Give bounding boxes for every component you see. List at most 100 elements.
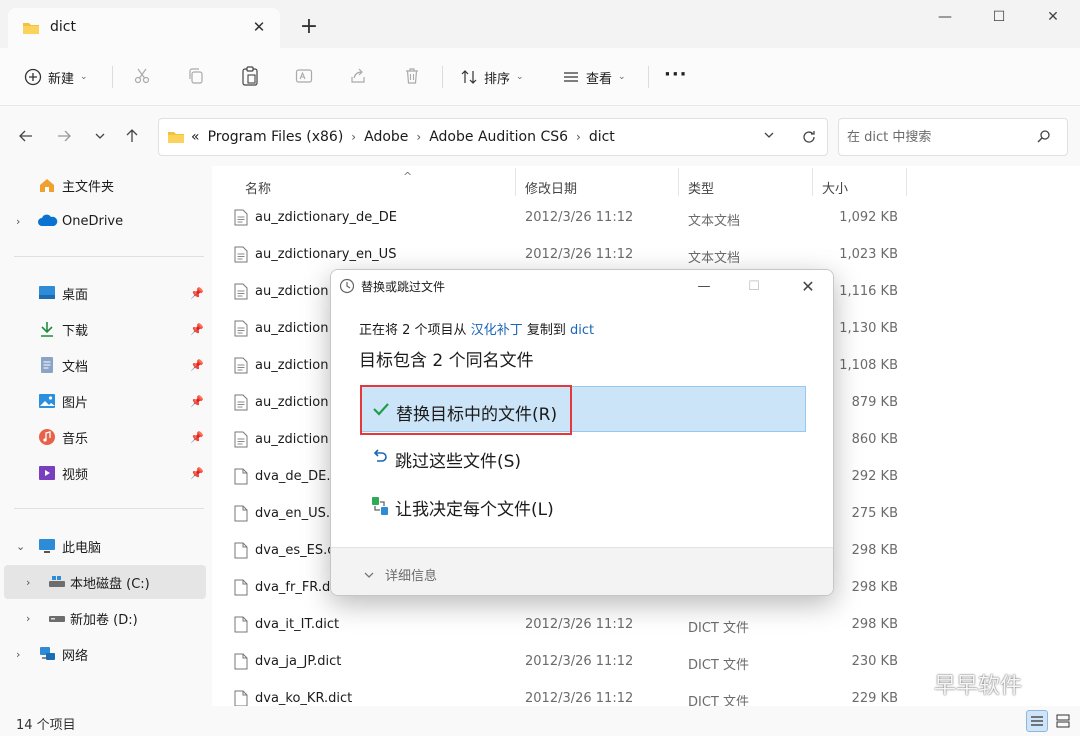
chevron-right-icon[interactable]: › — [26, 576, 30, 589]
pin-icon[interactable]: 📌 — [190, 323, 204, 336]
more-options-icon[interactable]: ··· — [664, 64, 688, 85]
dialog-close-button[interactable]: ✕ — [785, 270, 831, 302]
file-size: 298 KB — [851, 617, 898, 632]
divider — [648, 66, 649, 88]
sidebar-item-videos[interactable]: 视频 📌 — [0, 456, 212, 490]
new-button[interactable]: 新建 ⌄ — [24, 62, 88, 92]
sidebar-item-local-disk-c[interactable]: › 本地磁盘 (C:) — [4, 565, 206, 599]
sidebar-item-downloads[interactable]: 下载 📌 — [0, 312, 212, 346]
chevron-down-icon: ⌄ — [80, 72, 88, 82]
file-name: au_zdiction — [255, 432, 329, 447]
breadcrumb-item[interactable]: dict — [589, 129, 615, 145]
chevron-right-icon[interactable]: › — [16, 215, 20, 228]
decide-each-file-option[interactable]: 让我决定每个文件(L) — [361, 482, 806, 528]
sidebar-item-label: 此电脑 — [62, 540, 102, 556]
search-input[interactable] — [847, 127, 1027, 147]
chevron-right-icon[interactable]: › — [576, 130, 581, 144]
column-header-name[interactable]: 名称 ^ — [245, 170, 513, 200]
chevron-right-icon[interactable]: › — [26, 612, 30, 625]
column-divider[interactable] — [515, 168, 516, 196]
column-header-size[interactable]: 大小 — [822, 172, 902, 200]
progress-text: 正在将 2 个项目从 汉化补丁 复制到 dict — [359, 319, 594, 338]
details-view-icon[interactable] — [1026, 710, 1048, 732]
maximize-button[interactable]: ☐ — [974, 0, 1024, 34]
share-icon[interactable] — [346, 64, 370, 88]
file-name: dva_it_IT.dict — [255, 617, 340, 632]
file-name: au_zdiction — [255, 321, 329, 336]
column-header-date[interactable]: 修改日期 — [525, 172, 675, 200]
breadcrumb-overflow[interactable]: « — [191, 129, 200, 145]
more-details-toggle[interactable]: 详细信息 — [363, 565, 437, 584]
computer-icon — [38, 537, 56, 555]
chevron-right-icon[interactable]: › — [416, 130, 421, 144]
column-divider[interactable] — [906, 168, 907, 196]
skip-files-option[interactable]: 跳过这些文件(S) — [361, 434, 806, 480]
tab-dict[interactable]: dict ✕ — [8, 8, 280, 48]
breadcrumb-item[interactable]: Adobe — [364, 129, 408, 145]
sort-button[interactable]: 排序 ⌄ — [460, 62, 524, 92]
recent-locations-chevron-icon[interactable] — [88, 124, 112, 148]
table-row[interactable]: au_zdictionary_de_DE 2012/3/26 11:12 文本文档 1… — [212, 200, 1080, 237]
breadcrumb-item[interactable]: Adobe Audition CS6 — [429, 129, 568, 145]
paste-icon[interactable] — [238, 64, 262, 88]
file-size: 230 KB — [851, 654, 898, 669]
breadcrumb-item[interactable]: Program Files (x86) — [208, 129, 344, 145]
close-window-button[interactable]: ✕ — [1028, 0, 1078, 34]
sidebar-item-label: 下载 — [62, 323, 89, 339]
tiles-view-icon[interactable] — [1052, 710, 1074, 732]
sidebar-item-this-pc[interactable]: ⌄ 此电脑 — [0, 529, 212, 563]
file-type: DICT 文件 — [688, 658, 749, 673]
sidebar-item-documents[interactable]: 文档 📌 — [0, 348, 212, 382]
sidebar-item-onedrive[interactable]: › OneDrive — [0, 204, 212, 238]
source-link[interactable]: 汉化补丁 — [471, 323, 523, 338]
search-icon[interactable] — [1037, 129, 1051, 147]
delete-icon[interactable] — [400, 64, 424, 88]
address-dropdown-icon[interactable] — [763, 129, 775, 145]
up-arrow-icon[interactable] — [120, 124, 144, 148]
pin-icon[interactable]: 📌 — [190, 431, 204, 444]
document-icon — [38, 356, 56, 374]
sidebar-item-pictures[interactable]: 图片 📌 — [0, 384, 212, 418]
column-divider[interactable] — [678, 168, 679, 196]
table-row[interactable]: dva_it_IT.dict 2012/3/26 11:12 DICT 文件 298 … — [212, 607, 1080, 644]
file-size: 229 KB — [851, 691, 898, 706]
sidebar-item-music[interactable]: 音乐 📌 — [0, 420, 212, 454]
destination-link[interactable]: dict — [570, 323, 594, 338]
navigation-row: « Program Files (x86) › Adobe › Adobe Au… — [0, 106, 1080, 166]
item-count: 14 个项目 — [16, 718, 76, 733]
cut-icon[interactable] — [130, 64, 154, 88]
sidebar-item-desktop[interactable]: 桌面 📌 — [0, 276, 212, 310]
chevron-right-icon[interactable]: › — [16, 648, 20, 661]
pin-icon[interactable]: 📌 — [190, 395, 204, 408]
dialog-minimize-button[interactable]: — — [681, 270, 727, 302]
chevron-right-icon[interactable]: › — [351, 130, 356, 144]
file-icon — [234, 653, 248, 674]
home-icon — [38, 176, 56, 194]
view-button[interactable]: 查看 ⌄ — [562, 62, 626, 92]
refresh-icon[interactable] — [801, 129, 817, 149]
rename-icon[interactable] — [292, 64, 316, 88]
pin-icon[interactable]: 📌 — [190, 359, 204, 372]
pin-icon[interactable]: 📌 — [190, 287, 204, 300]
sidebar-item-network[interactable]: › 网络 — [0, 637, 212, 671]
search-box[interactable] — [838, 118, 1068, 156]
tab-close-icon[interactable]: ✕ — [248, 16, 270, 38]
new-tab-button[interactable]: + — [296, 14, 322, 40]
pin-icon[interactable]: 📌 — [190, 467, 204, 480]
forward-arrow-icon[interactable] — [52, 124, 76, 148]
sidebar-item-home[interactable]: 主文件夹 — [0, 168, 212, 202]
breadcrumb: « Program Files (x86) › Adobe › Adobe Au… — [191, 129, 615, 145]
minimize-button[interactable]: — — [920, 0, 970, 34]
clock-icon — [339, 278, 355, 298]
column-divider[interactable] — [812, 168, 813, 196]
replace-files-option[interactable]: 替换目标中的文件(R) — [360, 385, 806, 435]
copy-icon[interactable] — [184, 64, 208, 88]
address-bar[interactable]: « Program Files (x86) › Adobe › Adobe Au… — [158, 118, 828, 156]
music-icon — [38, 428, 56, 446]
back-arrow-icon[interactable] — [14, 124, 38, 148]
sort-ascending-icon: ^ — [403, 170, 413, 183]
chevron-down-icon[interactable]: ⌄ — [16, 540, 25, 553]
column-header-type[interactable]: 类型 — [688, 172, 808, 200]
divider — [112, 66, 113, 88]
sidebar-item-new-volume-d[interactable]: › 新加卷 (D:) — [0, 601, 212, 635]
